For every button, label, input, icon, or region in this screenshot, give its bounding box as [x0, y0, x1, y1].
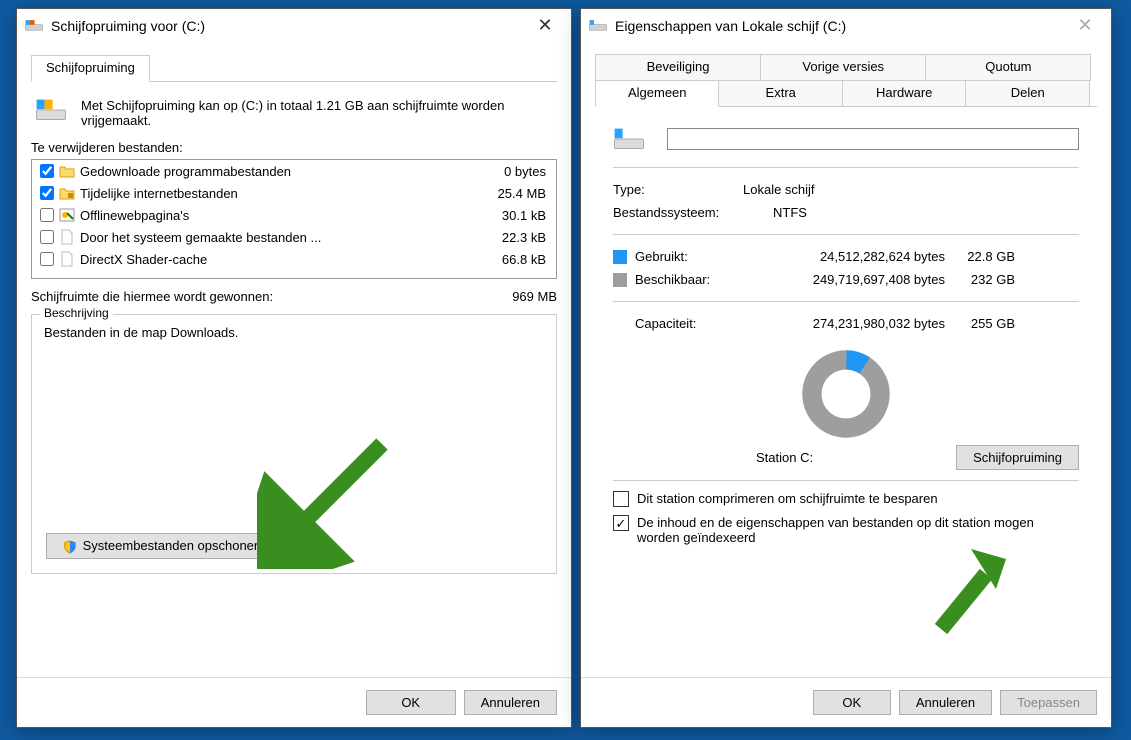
capacity-bytes: 274,231,980,032 bytes	[735, 316, 945, 331]
compress-checkbox[interactable]	[613, 491, 629, 507]
description-body: Bestanden in de map Downloads.	[44, 325, 544, 340]
apply-button[interactable]: Toepassen	[1000, 690, 1097, 715]
file-row[interactable]: Gedownloade programmabestanden0 bytes	[32, 160, 556, 182]
files-label: Te verwijderen bestanden:	[31, 140, 557, 155]
web-offline-icon	[58, 207, 76, 223]
dialog-title: Schijfopruiming voor (C:)	[51, 18, 527, 34]
drive-name-input[interactable]	[667, 128, 1079, 150]
file-size: 30.1 kB	[462, 208, 552, 223]
cancel-button[interactable]: Annuleren	[899, 690, 992, 715]
fs-value: NTFS	[773, 205, 807, 220]
folder-lock-icon	[58, 185, 76, 201]
close-button[interactable]: ✕	[1067, 15, 1103, 36]
drive-properties-dialog: Eigenschappen van Lokale schijf (C:) ✕ B…	[580, 8, 1112, 728]
usage-donut-chart	[801, 349, 891, 439]
file-checkbox[interactable]	[40, 186, 54, 200]
file-list[interactable]: Gedownloade programmabestanden0 bytesTij…	[31, 159, 557, 279]
index-checkbox[interactable]	[613, 515, 629, 531]
dialog-title: Eigenschappen van Lokale schijf (C:)	[615, 18, 1067, 34]
tab-quotum[interactable]: Quotum	[925, 54, 1091, 81]
tab-algemeen[interactable]: Algemeen	[595, 80, 719, 107]
folder-icon	[58, 163, 76, 179]
file-checkbox[interactable]	[40, 164, 54, 178]
file-row[interactable]: DirectX Shader-cache66.8 kB	[32, 248, 556, 270]
cancel-button[interactable]: Annuleren	[464, 690, 557, 715]
file-size: 66.8 kB	[462, 252, 552, 267]
shield-icon	[63, 540, 77, 554]
compress-label: Dit station comprimeren om schijfruimte …	[637, 491, 938, 506]
intro-text: Met Schijfopruiming kan op (C:) in totaa…	[81, 96, 553, 128]
fs-label: Bestandssysteem:	[613, 205, 773, 220]
free-bytes: 249,719,697,408 bytes	[735, 272, 945, 287]
gain-value: 969 MB	[512, 289, 557, 304]
file-name: Door het systeem gemaakte bestanden ...	[80, 230, 462, 245]
tab-schijfopruiming[interactable]: Schijfopruiming	[31, 55, 150, 82]
file-name: Offlinewebpagina's	[80, 208, 462, 223]
capacity-gb: 255 GB	[945, 316, 1015, 331]
disk-cleanup-button[interactable]: Schijfopruiming	[956, 445, 1079, 470]
type-label: Type:	[613, 182, 743, 197]
close-button[interactable]: ✕	[527, 15, 563, 36]
drive-icon-large	[613, 125, 653, 153]
tab-extra[interactable]: Extra	[718, 80, 842, 107]
ok-button[interactable]: OK	[813, 690, 891, 715]
type-value: Lokale schijf	[743, 182, 815, 197]
used-label: Gebruikt:	[635, 249, 735, 264]
file-name: DirectX Shader-cache	[80, 252, 462, 267]
titlebar[interactable]: Eigenschappen van Lokale schijf (C:) ✕	[581, 9, 1111, 42]
free-gb: 232 GB	[945, 272, 1015, 287]
file-checkbox[interactable]	[40, 208, 54, 222]
drive-icon-large	[35, 96, 67, 124]
clean-system-files-button[interactable]: Systeembestanden opschonen	[46, 533, 278, 559]
used-bytes: 24,512,282,624 bytes	[735, 249, 945, 264]
titlebar[interactable]: Schijfopruiming voor (C:) ✕	[17, 9, 571, 42]
drive-icon	[589, 17, 607, 35]
ok-button[interactable]: OK	[366, 690, 456, 715]
gain-label: Schijfruimte die hiermee wordt gewonnen:	[31, 289, 512, 304]
file-row[interactable]: Offlinewebpagina's30.1 kB	[32, 204, 556, 226]
file-row[interactable]: Tijdelijke internetbestanden25.4 MB	[32, 182, 556, 204]
description-legend: Beschrijving	[40, 306, 113, 320]
file-size: 0 bytes	[462, 164, 552, 179]
file-checkbox[interactable]	[40, 230, 54, 244]
tab-strip: Beveiliging Vorige versies Quotum Algeme…	[595, 54, 1097, 107]
description-group: Beschrijving Bestanden in de map Downloa…	[31, 314, 557, 574]
capacity-label: Capaciteit:	[635, 316, 735, 331]
tab-hardware[interactable]: Hardware	[842, 80, 966, 107]
index-label: De inhoud en de eigenschappen van bestan…	[637, 515, 1079, 545]
file-size: 25.4 MB	[462, 186, 552, 201]
used-gb: 22.8 GB	[945, 249, 1015, 264]
station-label: Station C:	[756, 450, 813, 465]
file-name: Tijdelijke internetbestanden	[80, 186, 462, 201]
used-color-swatch	[613, 250, 627, 264]
drive-icon	[25, 17, 43, 35]
tab-beveiliging[interactable]: Beveiliging	[595, 54, 761, 81]
file-checkbox[interactable]	[40, 252, 54, 266]
free-label: Beschikbaar:	[635, 272, 735, 287]
free-color-swatch	[613, 273, 627, 287]
tab-vorige-versies[interactable]: Vorige versies	[760, 54, 926, 81]
file-name: Gedownloade programmabestanden	[80, 164, 462, 179]
file-size: 22.3 kB	[462, 230, 552, 245]
disk-cleanup-dialog: Schijfopruiming voor (C:) ✕ Schijfopruim…	[16, 8, 572, 728]
file-icon	[58, 251, 76, 267]
tab-delen[interactable]: Delen	[965, 80, 1089, 107]
file-icon	[58, 229, 76, 245]
file-row[interactable]: Door het systeem gemaakte bestanden ...2…	[32, 226, 556, 248]
